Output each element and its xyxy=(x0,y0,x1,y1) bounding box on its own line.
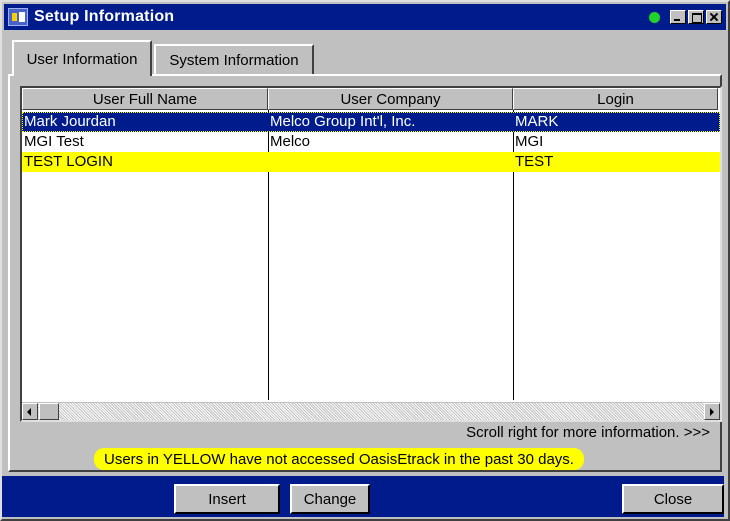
cell-login: MGI xyxy=(515,133,544,150)
maximize-icon[interactable] xyxy=(688,10,704,24)
scroll-right-icon[interactable] xyxy=(704,403,720,420)
window-title: Setup Information xyxy=(34,8,175,25)
table-row[interactable]: MGI Test Melco MGI xyxy=(22,132,720,152)
column-header-company[interactable]: User Company xyxy=(268,88,513,110)
minimize-icon[interactable] xyxy=(670,10,686,24)
cell-full-name: TEST LOGIN xyxy=(24,153,113,170)
users-table[interactable]: User Full Name User Company Login Mark J… xyxy=(20,86,722,422)
table-row[interactable]: TEST LOGIN TEST xyxy=(22,152,720,172)
close-icon[interactable] xyxy=(706,10,722,24)
table-header: User Full Name User Company Login xyxy=(22,88,720,110)
insert-button[interactable]: Insert xyxy=(174,484,280,514)
status-indicator-icon xyxy=(649,11,660,23)
yellow-legend-notice: Users in YELLOW have not accessed OasisE… xyxy=(94,448,584,470)
table-row[interactable]: Mark Jourdan Melco Group Int'l, Inc. MAR… xyxy=(22,112,720,132)
title-bar[interactable]: Setup Information xyxy=(4,4,726,30)
cell-login: TEST xyxy=(515,153,554,170)
cell-full-name: Mark Jourdan xyxy=(24,113,116,130)
scrollbar-thumb[interactable] xyxy=(39,403,59,420)
cell-login: MARK xyxy=(515,113,559,130)
column-header-full-name[interactable]: User Full Name xyxy=(22,88,268,110)
tab-user-information[interactable]: User Information xyxy=(12,40,152,76)
app-icon xyxy=(8,8,28,26)
horizontal-scrollbar[interactable] xyxy=(22,402,720,420)
scroll-left-icon[interactable] xyxy=(22,403,38,420)
cell-company xyxy=(268,152,513,172)
close-button[interactable]: Close xyxy=(622,484,724,514)
cell-company: Melco xyxy=(270,133,311,150)
change-button[interactable]: Change xyxy=(290,484,370,514)
scroll-hint: Scroll right for more information. >>> xyxy=(466,424,710,441)
tab-system-information[interactable]: System Information xyxy=(154,44,314,74)
column-header-login[interactable]: Login xyxy=(513,88,718,110)
cell-company: Melco Group Int'l, Inc. xyxy=(270,113,416,130)
cell-full-name: MGI Test xyxy=(24,133,84,150)
